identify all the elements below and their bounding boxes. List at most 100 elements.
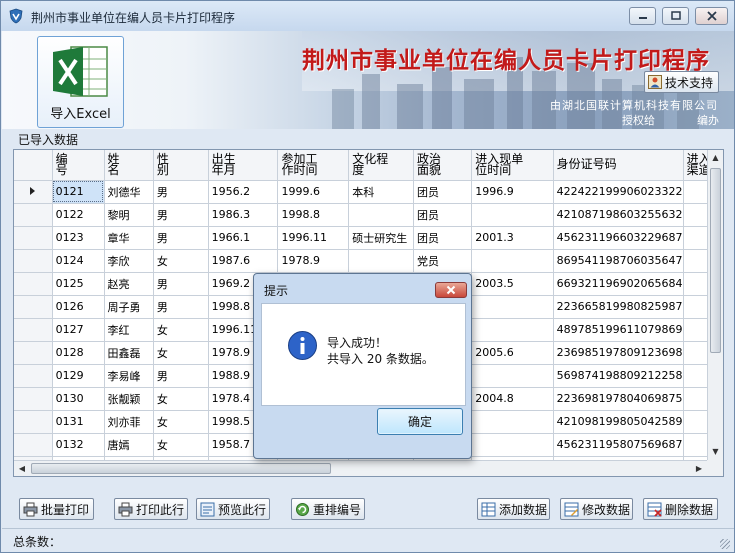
table-cell[interactable]: 女 (153, 410, 209, 434)
table-cell[interactable]: 0128 (52, 341, 105, 365)
table-cell[interactable]: 李易峰 (104, 364, 154, 388)
table-cell[interactable]: 1996.9 (471, 180, 554, 204)
table-cell[interactable]: 0122 (52, 203, 105, 227)
row-header[interactable] (14, 410, 53, 434)
row-header[interactable] (14, 272, 53, 296)
table-row[interactable]: 0122 黎明男 1986.3 1998.8 团员 421087198603255632 (14, 203, 723, 227)
table-cell[interactable]: 2001.3 (471, 226, 554, 250)
table-cell[interactable]: 0124 (52, 249, 105, 273)
row-header[interactable] (14, 387, 53, 411)
table-cell[interactable] (348, 249, 414, 273)
resize-grip-icon[interactable] (720, 539, 730, 549)
table-cell[interactable]: 0126 (52, 295, 105, 319)
table-cell[interactable] (471, 433, 554, 457)
table-cell[interactable]: 赵亮 (104, 272, 154, 296)
table-cell[interactable]: 669321196902065684 (553, 272, 684, 296)
table-cell[interactable]: 456231195807569687 (553, 433, 684, 457)
preview-row-button[interactable]: 预览此行 (196, 498, 270, 520)
table-cell[interactable]: 0125 (52, 272, 105, 296)
column-header[interactable]: 文化程度 (348, 150, 414, 181)
column-header[interactable]: 出生 年月 (208, 150, 279, 181)
table-cell[interactable]: 1956.2 (208, 180, 279, 204)
column-header[interactable]: 姓名 (104, 150, 154, 181)
row-header[interactable] (14, 249, 53, 273)
add-data-button[interactable]: 添加数据 (477, 498, 550, 520)
row-header[interactable] (14, 180, 53, 204)
table-cell[interactable]: 女 (153, 387, 209, 411)
table-cell[interactable] (471, 295, 554, 319)
row-header[interactable] (14, 295, 53, 319)
table-cell[interactable]: 黎明 (104, 203, 154, 227)
table-row[interactable]: 0124 李欣女 1987.6 1978.9 党员 869541198706035647 (14, 249, 723, 273)
table-cell[interactable]: 0121 (52, 180, 105, 204)
table-cell[interactable]: 1998.8 (277, 203, 350, 227)
import-excel-button[interactable]: 导入Excel (37, 36, 124, 128)
column-header[interactable]: 政治 面貌 (413, 150, 473, 181)
minimize-button[interactable] (629, 7, 656, 25)
table-cell[interactable]: 张靓颖 (104, 387, 154, 411)
horizontal-scrollbar[interactable]: ◀ ▶ (14, 460, 707, 476)
table-cell[interactable]: 党员 (413, 249, 473, 273)
print-row-button[interactable]: 打印此行 (114, 498, 188, 520)
column-header[interactable]: 性别 (153, 150, 209, 181)
table-cell[interactable]: 团员 (413, 226, 473, 250)
scroll-right-icon[interactable]: ▶ (691, 461, 707, 476)
table-cell[interactable]: 男 (153, 180, 209, 204)
row-header[interactable] (14, 203, 53, 227)
table-cell[interactable]: 0123 (52, 226, 105, 250)
table-cell[interactable]: 唐嫣 (104, 433, 154, 457)
column-header[interactable]: 编号 (52, 150, 105, 181)
dialog-close-button[interactable] (435, 282, 467, 298)
table-cell[interactable]: 团员 (413, 180, 473, 204)
table-cell[interactable]: 章华 (104, 226, 154, 250)
column-header[interactable]: 身份证号码 (553, 150, 684, 181)
table-cell[interactable]: 2003.5 (471, 272, 554, 296)
table-cell[interactable]: 0131 (52, 410, 105, 434)
table-cell[interactable]: 223698197804069875 (553, 387, 684, 411)
table-cell[interactable]: 李红 (104, 318, 154, 342)
table-cell[interactable]: 硕士研究生 (348, 226, 414, 250)
table-cell[interactable]: 田鑫磊 (104, 341, 154, 365)
maximize-button[interactable] (662, 7, 689, 25)
table-cell[interactable] (471, 249, 554, 273)
table-cell[interactable]: 421098199805042589 (553, 410, 684, 434)
table-cell[interactable]: 569874198809212258 (553, 364, 684, 388)
scroll-left-icon[interactable]: ◀ (14, 461, 30, 476)
table-row[interactable]: 0123 章华男 1966.1 1996.11 硕士研究生 团员 2001.3 4562311… (14, 226, 723, 250)
table-cell[interactable]: 刘德华 (104, 180, 154, 204)
table-cell[interactable] (471, 364, 554, 388)
column-header[interactable]: 进入现单 位时间 (471, 150, 554, 181)
scroll-up-icon[interactable]: ▲ (708, 150, 723, 166)
table-cell[interactable]: 869541198706035647 (553, 249, 684, 273)
table-cell[interactable] (471, 318, 554, 342)
table-cell[interactable]: 刘亦菲 (104, 410, 154, 434)
scroll-down-icon[interactable]: ▼ (708, 444, 723, 460)
table-cell[interactable]: 422422199906023322 (553, 180, 684, 204)
renumber-button[interactable]: 重排编号 (291, 498, 365, 520)
table-cell[interactable]: 489785199611079869 (553, 318, 684, 342)
batch-print-button[interactable]: 批量打印 (19, 498, 94, 520)
table-cell[interactable]: 1996.11 (277, 226, 350, 250)
table-cell[interactable]: 女 (153, 433, 209, 457)
table-cell[interactable]: 女 (153, 341, 209, 365)
table-cell[interactable]: 男 (153, 272, 209, 296)
table-cell[interactable]: 1978.9 (277, 249, 350, 273)
row-header[interactable] (14, 341, 53, 365)
table-cell[interactable]: 1999.6 (277, 180, 350, 204)
table-cell[interactable]: 2005.6 (471, 341, 554, 365)
table-cell[interactable] (348, 203, 414, 227)
row-header[interactable] (14, 433, 53, 457)
table-cell[interactable]: 男 (153, 295, 209, 319)
table-cell[interactable]: 0129 (52, 364, 105, 388)
table-cell[interactable]: 1986.3 (208, 203, 279, 227)
table-cell[interactable]: 女 (153, 318, 209, 342)
table-cell[interactable]: 女 (153, 249, 209, 273)
table-cell[interactable]: 男 (153, 364, 209, 388)
table-cell[interactable] (471, 410, 554, 434)
table-cell[interactable]: 团员 (413, 203, 473, 227)
table-cell[interactable]: 1966.1 (208, 226, 279, 250)
delete-data-button[interactable]: 删除数据 (643, 498, 718, 520)
table-cell[interactable]: 0132 (52, 433, 105, 457)
close-button[interactable] (695, 7, 728, 25)
table-cell[interactable]: 0127 (52, 318, 105, 342)
